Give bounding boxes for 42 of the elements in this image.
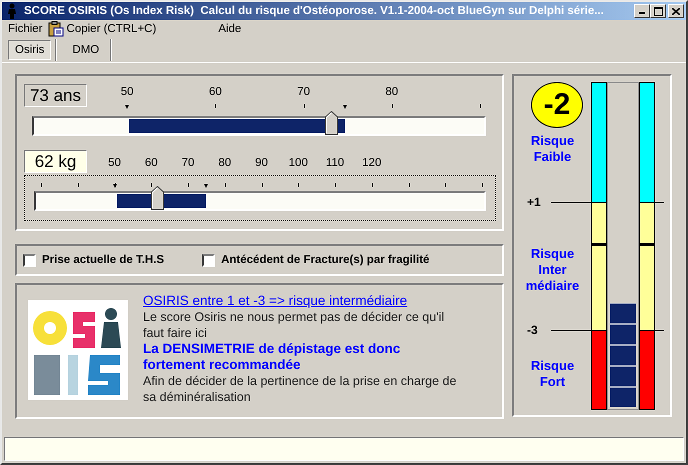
scale-label: 120 [362, 157, 382, 169]
value-field: 62 kg [24, 150, 87, 173]
value-field: 73 ans [24, 84, 87, 107]
person-icon [6, 3, 18, 19]
slider-thumb[interactable] [150, 186, 164, 210]
score-badge: -2 [531, 82, 583, 128]
window-title: SCORE OSIRIS (Os Index Risk) Calcul du risque d'Ostéoporose. V1.1-2004-oct BlueGyn sur Delphi série... [24, 5, 605, 17]
minimize-icon [639, 12, 645, 14]
menu-item[interactable]: Copier (CTRL+C) [66, 23, 156, 35]
advice-text: La DENSIMETRIE de dépistage est donc fortement recommandée [143, 341, 402, 373]
maximize-button[interactable] [650, 4, 666, 18]
scale-label: 100 [288, 157, 308, 169]
threshold-label: -3 [527, 323, 539, 337]
checkbox[interactable] [202, 254, 216, 266]
scale-label: 70 [182, 157, 194, 169]
checkbox[interactable] [23, 254, 36, 266]
menu-item[interactable]: Aide [218, 23, 242, 35]
zone-label: Risque Fort [530, 357, 576, 391]
maximize-icon [654, 6, 662, 16]
scale-label: 90 [255, 157, 268, 169]
close-button[interactable] [668, 4, 684, 18]
result-link[interactable]: OSIRIS entre 1 et -3 => risque intermédiaire [143, 293, 459, 309]
scale-label: 60 [144, 157, 158, 169]
clipboard-icon [48, 21, 64, 37]
menu-item[interactable]: Fichier [8, 23, 43, 35]
close-icon [672, 8, 680, 14]
scale-label: 80 [385, 86, 398, 98]
scale-label: 60 [209, 86, 222, 98]
result-text: Afin de décider de la pertinence de la prise en charge de sa déminéralisation [143, 373, 458, 405]
result-text: Le score Osiris ne nous permet pas de décider ce qu'il faut faire ici [143, 309, 446, 341]
minimize-button[interactable] [634, 4, 650, 18]
threshold-label: +1 [527, 195, 542, 209]
tab[interactable]: Osiris [8, 40, 52, 60]
scale-label: 50 [108, 157, 121, 169]
scale-label: 110 [326, 157, 344, 169]
scale-label: 70 [297, 86, 310, 98]
zone-label: Risque Faible [530, 133, 576, 165]
slider-thumb[interactable] [325, 111, 338, 135]
scale-label: 80 [218, 157, 232, 169]
checkbox-label: Prise actuelle de T.H.S [42, 254, 164, 266]
scale-label: 50 [120, 86, 134, 98]
checkbox-label: Antécédent de Fracture(s) par fragilité [221, 254, 430, 266]
